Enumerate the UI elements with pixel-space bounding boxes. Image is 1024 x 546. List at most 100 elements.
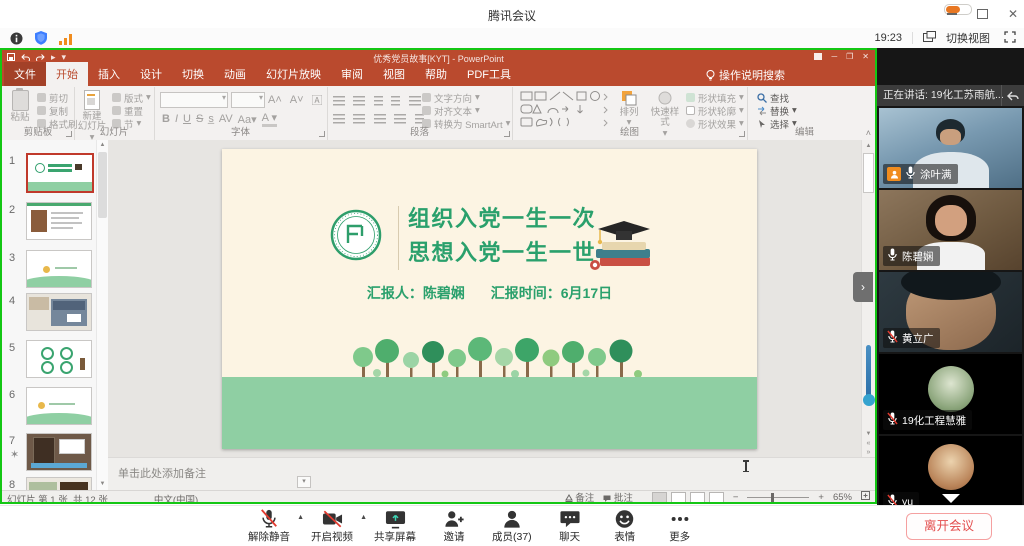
drawing-dialog-launcher[interactable] [739,131,745,137]
fullscreen-icon[interactable] [1004,31,1016,46]
scroll-more-participants-arrow[interactable] [942,494,960,503]
notes-placeholder[interactable]: 单击此处添加备注 [118,465,206,481]
expand-caret-icon[interactable]: ▲ [360,514,367,521]
maximize-button[interactable] [977,9,988,19]
participant-tile[interactable]: 黄立广 [879,272,1022,352]
font-size-select[interactable] [231,92,265,108]
ribbon-tab-8[interactable]: 审阅 [331,62,373,86]
copy-button[interactable]: 复制 [37,104,78,117]
meeting-info-icon[interactable] [10,32,23,50]
previous-slide-button[interactable]: « [862,440,875,448]
ribbon-options-icon[interactable] [814,53,822,60]
ppt-close-icon[interactable]: ✕ [862,52,869,61]
text-direction-button[interactable]: 文字方向 ▾ [422,91,510,104]
collapse-ribbon-button[interactable]: ˄ [866,128,871,138]
scrollbar-thumb[interactable] [863,153,874,193]
slide-thumbnail[interactable] [26,340,92,378]
notes-pane[interactable]: 单击此处添加备注 ▾ [108,457,875,491]
share-screen-button[interactable]: 共享屏幕 [374,509,416,544]
ribbon-tab-5[interactable]: 切换 [172,62,214,86]
slide-thumbnail[interactable] [26,433,92,471]
layout-button[interactable]: 版式 ▾ [112,91,151,104]
slide-thumbnail[interactable] [26,250,92,288]
zoom-out-button[interactable]: − [733,492,739,503]
slideshow-view-button[interactable] [709,492,724,503]
ribbon-tab-10[interactable]: 帮助 [415,62,457,86]
scroll-up-arrow[interactable]: ▲ [97,140,108,151]
slide-thumbnail[interactable] [26,387,92,425]
slide-sorter-view-button[interactable] [671,492,686,503]
notes-collapse-button[interactable]: ▾ [297,476,311,488]
slide-thumbnail[interactable] [26,153,94,193]
clear-format-button[interactable]: 🄰 [312,92,323,108]
ribbon-tab-7[interactable]: 幻灯片放映 [256,62,331,86]
zoom-slider-thumb[interactable] [771,493,774,502]
next-slide-button[interactable]: » [862,449,875,457]
fit-to-window-button[interactable] [861,491,870,503]
current-slide-canvas[interactable]: 组织入党一生一次 思想入党一生一世 汇报人：陈碧娴 汇报时间：6月17日 [222,149,757,449]
sidebar-back-arrow[interactable] [1001,85,1024,106]
leave-meeting-button[interactable]: 离开会议 [906,513,992,540]
numbering-button[interactable] [353,96,365,106]
thumbnail-scrollbar[interactable]: ▲ ▼ [96,140,108,490]
ribbon-tab-2[interactable]: 开始 [46,62,88,86]
shape-fill-button[interactable]: 形状填充 ▾ [686,91,744,104]
slide-editor-area[interactable]: 组织入党一生一次 思想入党一生一世 汇报人：陈碧娴 汇报时间：6月17日 [108,140,862,457]
zoom-slider[interactable] [747,497,809,498]
participant-tile[interactable]: 陈碧娴 [879,190,1022,270]
ribbon-tab-9[interactable]: 视图 [373,62,415,86]
decrease-indent-button[interactable] [374,96,383,106]
zoom-in-button[interactable]: + [818,492,824,503]
justify-button[interactable] [394,114,406,124]
reading-view-button[interactable] [690,492,705,503]
expand-caret-icon[interactable]: ▲ [297,514,304,521]
font-dialog-launcher[interactable] [319,131,325,137]
tellme-box[interactable]: 操作说明搜索 [706,67,785,87]
paragraph-dialog-launcher[interactable] [504,131,510,137]
shape-outline-button[interactable]: 形状轮廓 ▾ [686,104,744,117]
notes-toggle[interactable]: 备注 [565,490,595,504]
switch-view-button[interactable]: 切换视图 [946,30,990,46]
clipboard-dialog-launcher[interactable] [66,131,72,137]
zoom-level[interactable]: 65% [833,492,852,503]
ribbon-tab-4[interactable]: 设计 [130,62,172,86]
ribbon-tab-3[interactable]: 插入 [88,62,130,86]
ppt-restore-icon[interactable]: ❐ [846,52,853,61]
switch-view-icon[interactable] [923,31,936,45]
participant-tile[interactable]: 19化工程慧雅 [879,354,1022,434]
members-button[interactable]: 成员(37) [492,509,532,544]
align-right-button[interactable] [374,114,386,124]
emoji-button[interactable]: 表情 [608,509,642,544]
normal-view-button[interactable] [652,492,667,503]
align-left-button[interactable] [333,114,345,124]
close-button[interactable]: ✕ [1008,8,1018,20]
ribbon-tab-1[interactable]: 文件 [4,62,46,86]
reset-button[interactable]: 重置 [112,104,151,117]
font-name-select[interactable] [160,92,228,108]
line-spacing-button[interactable] [409,96,421,106]
increase-indent-button[interactable] [391,96,400,106]
align-center-button[interactable] [353,114,365,124]
chat-button[interactable]: 聊天 [553,509,587,544]
minimize-button[interactable] [947,13,957,15]
ppt-minimize-icon[interactable]: ─ [831,52,837,61]
sidebar-collapse-tab[interactable]: › [853,272,873,302]
cut-button[interactable]: 剪切 [37,91,78,104]
slide-thumbnail[interactable] [26,477,92,490]
align-text-button[interactable]: 对齐文本 ▾ [422,104,510,117]
participant-tile[interactable]: 涂叶满 [879,108,1022,188]
ribbon-tab-11[interactable]: PDF工具 [457,62,521,86]
scroll-up-arrow[interactable]: ▲ [862,140,875,152]
ribbon-tab-6[interactable]: 动画 [214,62,256,86]
paste-button[interactable]: 粘贴 [4,90,36,123]
comments-toggle[interactable]: 批注 [603,490,633,504]
scroll-down-arrow[interactable]: ▼ [862,431,875,437]
more-button[interactable]: 更多 [663,509,697,544]
slide-thumbnail[interactable] [26,293,92,331]
grow-font-button[interactable]: A˄ [268,94,282,106]
replace-button[interactable]: 替换 ▾ [757,104,797,117]
scroll-down-arrow[interactable]: ▼ [97,479,108,490]
signal-strength-icon[interactable] [59,32,73,50]
find-button[interactable]: 查找 [757,91,797,104]
blue-slider-indicator[interactable] [866,345,871,400]
